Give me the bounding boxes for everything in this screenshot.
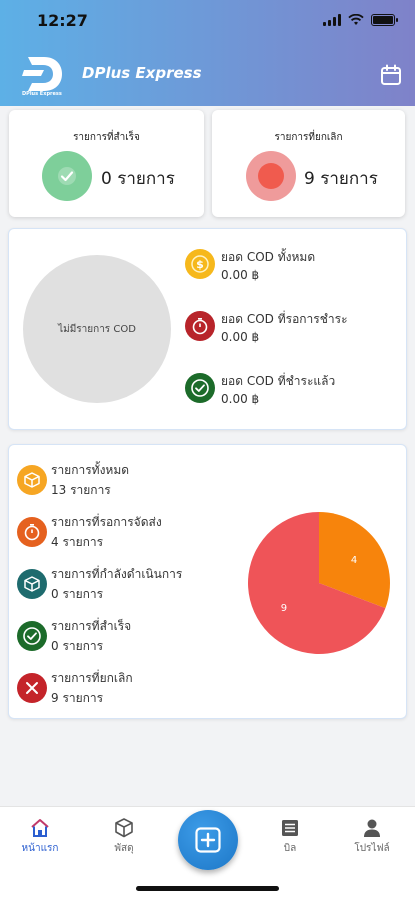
coin-icon: $ [185,249,215,279]
tab-bill-label: บิล [283,843,297,854]
tab-home[interactable]: หน้าแรก [10,817,70,856]
pie-label-1: 9 [281,603,287,614]
orders-pending-row[interactable]: รายการที่รอการจัดส่ง 4 รายการ [17,512,162,552]
dot-circle-icon [258,163,284,189]
orders-total-label: รายการทั้งหมด [51,463,130,477]
package-icon [115,818,133,838]
pie-label-0: 4 [351,555,357,566]
orders-inprogress-label: รายการที่กำลังดำเนินการ [51,567,183,581]
status-icons [323,14,398,26]
cod-total-label: ยอด COD ทั้งหมด [221,250,316,264]
cube-icon [17,569,47,599]
orders-success-row[interactable]: รายการที่สำเร็จ 0 รายการ [17,616,131,656]
cancelled-badge [246,151,296,201]
orders-cancelled-label: รายการที่ยกเลิก [51,671,133,685]
signal-icon [323,14,341,26]
success-summary-card[interactable]: รายการที่สำเร็จ 0 รายการ [9,110,204,217]
cod-pie-empty: ไม่มีรายการ COD [23,255,171,403]
list-icon [282,820,298,836]
cod-card: ไม่มีรายการ COD $ ยอด COD ทั้งหมด 0.00 ฿… [8,228,407,430]
calendar-icon[interactable] [380,64,402,86]
battery-icon [371,14,398,26]
x-circle-icon [17,673,47,703]
app-header: 12:27 DPlus Express DPlus Express [0,0,415,106]
cancelled-summary-card[interactable]: รายการที่ยกเลิก 9 รายการ [212,110,405,217]
cod-total-value: 0.00 ฿ [221,268,260,282]
orders-total-row[interactable]: รายการทั้งหมด 13 รายการ [17,460,129,500]
orders-inprogress-row[interactable]: รายการที่กำลังดำเนินการ 0 รายการ [17,564,182,604]
home-indicator [136,886,279,891]
cancelled-summary-value: 9 รายการ [304,169,378,189]
success-summary-value: 0 รายการ [101,169,175,189]
orders-pending-value: 4 รายการ [51,535,104,549]
box-icon [17,465,47,495]
tab-home-label: หน้าแรก [21,843,59,854]
orders-cancelled-value: 9 รายการ [51,691,104,705]
orders-total-value: 13 รายการ [51,483,111,497]
orders-pending-label: รายการที่รอการจัดส่ง [51,515,162,529]
wifi-icon [348,14,364,25]
home-icon [31,819,49,837]
timer-icon [185,311,215,341]
cod-paid-row: ยอด COD ที่ชำระแล้ว 0.00 ฿ [185,373,335,409]
plus-icon [195,827,221,853]
tab-profile-label: โปรไฟล์ [354,843,390,854]
logo-subtitle: DPlus Express [22,91,62,97]
check-circle-icon [58,167,76,185]
tab-package-label: พัสดุ [114,843,134,854]
timer-icon [17,517,47,547]
tab-package[interactable]: พัสดุ [94,817,154,856]
cod-pending-value: 0.00 ฿ [221,330,260,344]
cod-pending-row: ยอด COD ที่รอการชำระ 0.00 ฿ [185,311,348,347]
user-icon [364,819,380,837]
orders-success-value: 0 รายการ [51,639,104,653]
status-time: 12:27 [37,11,88,30]
cod-paid-label: ยอด COD ที่ชำระแล้ว [221,374,336,388]
orders-cancelled-row[interactable]: รายการที่ยกเลิก 9 รายการ [17,668,133,708]
cod-total-row: $ ยอด COD ทั้งหมด 0.00 ฿ [185,249,315,285]
check-circle-icon [185,373,215,403]
cod-empty-label: ไม่มีรายการ COD [58,323,136,335]
orders-inprogress-value: 0 รายการ [51,587,104,601]
add-button[interactable] [178,810,238,870]
cod-paid-value: 0.00 ฿ [221,392,260,406]
check-circle-icon [17,621,47,651]
orders-pie-chart: 49 [248,512,390,654]
svg-text:$: $ [196,258,204,271]
success-summary-title: รายการที่สำเร็จ [73,132,140,143]
app-title: DPlus Express [82,64,202,82]
tab-bill[interactable]: บิล [260,817,320,856]
cancelled-summary-title: รายการที่ยกเลิก [274,132,343,143]
tab-profile[interactable]: โปรไฟล์ [342,817,402,856]
cod-pending-label: ยอด COD ที่รอการชำระ [221,312,348,326]
orders-card: รายการทั้งหมด 13 รายการ รายการที่รอการจั… [8,444,407,719]
success-badge [42,151,92,201]
orders-success-label: รายการที่สำเร็จ [51,619,132,633]
